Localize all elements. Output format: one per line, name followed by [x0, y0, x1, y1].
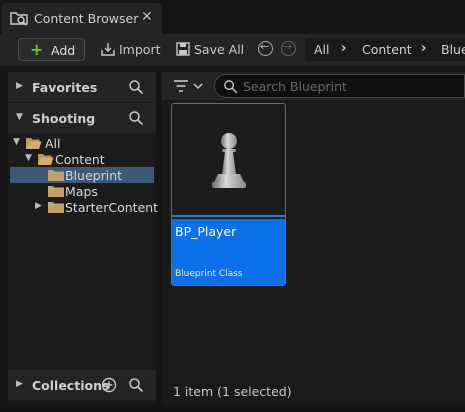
import-button[interactable]: Import — [119, 42, 161, 57]
bottom-divider — [0, 408, 465, 412]
content-browser-icon — [10, 12, 28, 26]
project-title: Shooting — [32, 111, 96, 126]
chevron-right-icon[interactable]: › — [341, 41, 346, 56]
filter-bar — [162, 72, 465, 100]
forward-arrow-icon[interactable]: → — [281, 40, 296, 56]
add-collection-icon[interactable] — [101, 377, 117, 393]
add-button[interactable]: + Add — [18, 38, 85, 61]
close-icon[interactable]: ✕ — [141, 9, 153, 25]
chevron-right-icon[interactable]: ▶ — [35, 201, 42, 211]
asset-view: BP_Player Blueprint Class 1 item (1 sele… — [162, 72, 465, 404]
tab-content-browser[interactable]: Content Browser ✕ — [2, 3, 162, 34]
folder-open-icon — [38, 154, 54, 165]
tree-item-label: Maps — [65, 184, 98, 199]
asset-name: BP_Player — [175, 224, 237, 239]
folder-icon — [48, 170, 64, 181]
toolbar: + Add Import Save All ← → All › Content … — [0, 34, 465, 66]
tree-item-label: Blueprint — [65, 168, 123, 183]
chevron-right-icon[interactable]: ▶ — [16, 379, 23, 389]
filter-icon[interactable] — [174, 79, 204, 93]
favorites-title: Favorites — [32, 80, 98, 95]
sources-panel: ▶ Favorites ▼ Shooting ▼ All ▼ Content B… — [8, 72, 158, 404]
asset-type: Blueprint Class — [175, 269, 243, 279]
breadcrumb: All › Content › Blueprint — [305, 38, 465, 61]
tree-item-label: Content — [55, 152, 105, 167]
chevron-right-icon[interactable]: › — [421, 41, 426, 56]
save-all-icon — [176, 42, 190, 56]
pawn-icon — [212, 133, 246, 188]
tab-bar: Content Browser ✕ — [0, 0, 465, 34]
favorites-header[interactable]: ▶ Favorites — [8, 72, 156, 102]
plus-icon: + — [30, 40, 44, 59]
breadcrumb-all[interactable]: All — [314, 42, 330, 57]
search-input[interactable] — [243, 78, 453, 94]
asset-info: BP_Player Blueprint Class — [172, 219, 285, 285]
search-icon[interactable] — [128, 377, 144, 393]
project-header[interactable]: ▼ Shooting — [8, 103, 156, 133]
tree-item-label: StarterContent — [65, 200, 159, 215]
tree-item-all[interactable]: ▼ All — [10, 135, 154, 151]
breadcrumb-content[interactable]: Content — [362, 42, 412, 57]
folder-open-icon — [26, 138, 42, 149]
back-arrow-icon[interactable]: ← — [258, 40, 273, 56]
tree-item-startercontent[interactable]: ▶ StarterContent — [10, 199, 158, 215]
search-icon — [224, 80, 238, 94]
breadcrumb-blueprint[interactable]: Blueprint — [441, 42, 465, 57]
asset-tile[interactable]: BP_Player Blueprint Class — [171, 103, 286, 286]
save-all-button[interactable]: Save All — [194, 42, 244, 57]
status-text: 1 item (1 selected) — [173, 384, 292, 399]
import-icon — [101, 43, 115, 56]
tab-title: Content Browser — [34, 11, 139, 26]
chevron-down-icon[interactable]: ▼ — [13, 137, 20, 147]
folder-icon — [48, 202, 64, 213]
search-field[interactable] — [214, 74, 465, 98]
folder-tree: ▼ All ▼ Content Blueprint Maps ▶ Starter… — [10, 133, 158, 368]
search-icon[interactable] — [128, 110, 144, 126]
asset-thumbnail — [172, 104, 285, 217]
search-icon[interactable] — [128, 79, 144, 95]
add-button-label: Add — [51, 43, 76, 58]
tree-item-content[interactable]: ▼ Content — [10, 151, 154, 167]
tree-item-label: All — [45, 136, 61, 151]
chevron-right-icon[interactable]: ▶ — [16, 81, 23, 91]
collections-title: Collections — [32, 378, 110, 393]
folder-icon — [48, 186, 64, 197]
chevron-down-icon[interactable]: ▼ — [25, 153, 32, 163]
tree-item-maps[interactable]: Maps — [10, 183, 154, 199]
tree-item-blueprint[interactable]: Blueprint — [10, 167, 154, 183]
chevron-down-icon[interactable]: ▼ — [16, 112, 23, 122]
collections-header[interactable]: ▶ Collections — [8, 370, 156, 400]
